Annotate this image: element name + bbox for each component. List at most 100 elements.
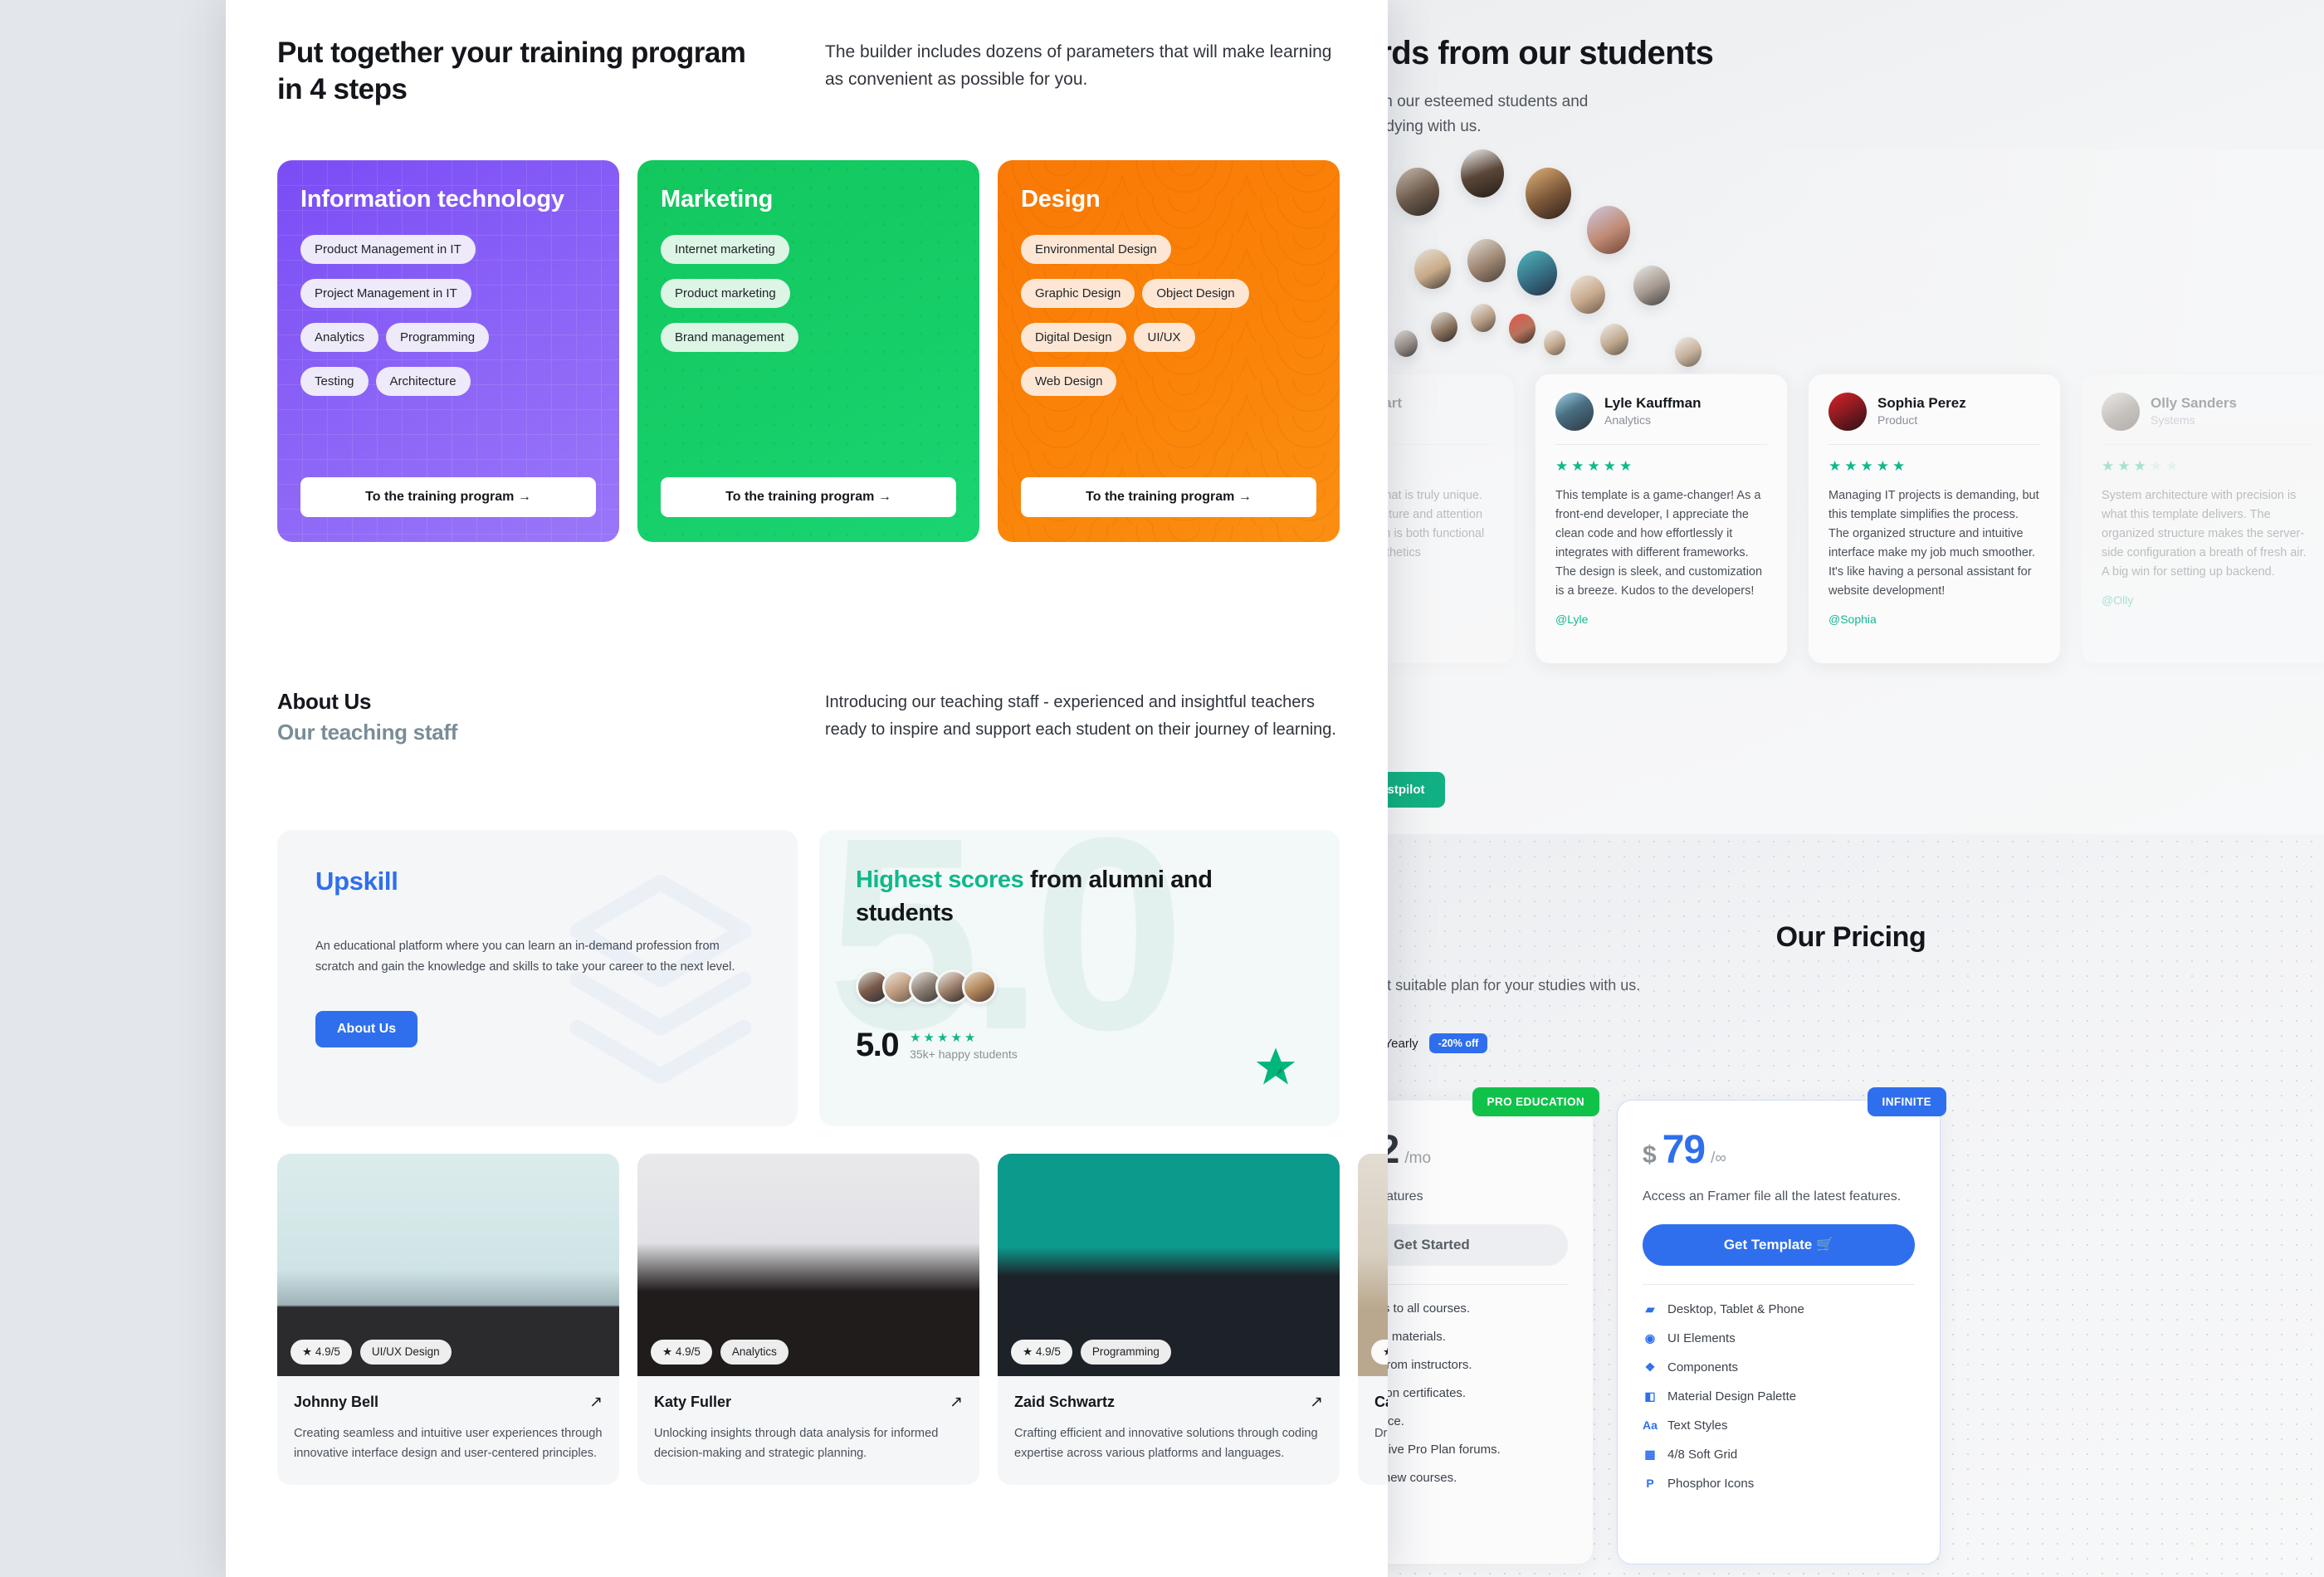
chip[interactable]: Testing <box>300 367 369 397</box>
testimonial-author: Lyle Kauffman <box>1604 395 1702 412</box>
teacher-photo: ★ 4.9/5 UI/UX Design <box>277 1154 619 1376</box>
pricing-card-infinite[interactable]: INFINITE $ 79 /∞ Access an Framer file a… <box>1617 1087 1946 1565</box>
trustpilot-star-icon <box>1256 1047 1296 1085</box>
teacher-card[interactable]: ★ 4.9/5 UI/UX Design Johnny Bell ↗ Creat… <box>277 1154 619 1485</box>
chip[interactable]: Brand management <box>661 323 798 353</box>
testimonial-card[interactable]: Sophia Perez Product ★★★★★ Managing IT p… <box>1808 374 2061 664</box>
arrow-up-right-icon[interactable]: ↗ <box>1310 1393 1323 1412</box>
feature-label: Early access to new courses. <box>1378 1471 1457 1485</box>
billing-period-toggle[interactable]: Monthly Yearly -20% off <box>1378 1033 1488 1053</box>
cloud-avatar <box>1633 266 1670 305</box>
arrow-up-right-icon[interactable]: ↗ <box>950 1393 963 1412</box>
about-us-button[interactable]: About Us <box>315 1011 418 1047</box>
teacher-info: Zaid Schwartz ↗ Crafting efficient and i… <box>998 1376 1340 1485</box>
teacher-card[interactable]: ★ 4.9/5 Programming Zaid Schwartz ↗ Craf… <box>998 1154 1340 1485</box>
arrow-right-icon: → <box>517 490 531 504</box>
chip[interactable]: Project Management in IT <box>300 279 471 309</box>
chip-list: Product Management in IT Project Managem… <box>300 235 596 397</box>
cloud-avatar <box>1675 337 1702 367</box>
arrow-up-right-icon[interactable]: ↗ <box>589 1393 603 1412</box>
chip[interactable]: Object Design <box>1142 279 1249 309</box>
feature-item: Ad-free experience. <box>1378 1414 1568 1428</box>
to-training-program-button[interactable]: To the training program → <box>661 477 956 517</box>
cloud-avatar <box>1570 276 1605 314</box>
testimonial-card[interactable]: Olivia Hart Strategy ★★★★★ A design temp… <box>1378 374 1515 664</box>
rating-badge: ★ 4.9/5 <box>1371 1340 1388 1365</box>
testimonial-body: This template is a game-changer! As a fr… <box>1555 489 1763 598</box>
price-line: $ 40 32 /mo <box>1378 1127 1568 1173</box>
divider <box>1555 444 1767 445</box>
chip[interactable]: Web Design <box>1021 367 1117 397</box>
score-summary: 5.0 ★★★★★ 35k+ happy students <box>856 1027 1303 1063</box>
chip[interactable]: Internet marketing <box>661 235 789 265</box>
testimonial-body: Managing IT projects is demanding, but t… <box>1828 489 2039 598</box>
feature-item: Access to exclusive Pro Plan forums. <box>1378 1443 1568 1457</box>
chip[interactable]: Architecture <box>375 367 471 397</box>
feature-label: Access to exclusive Pro Plan forums. <box>1378 1443 1501 1457</box>
teacher-card[interactable]: ★ 4.9/5 Analytics Katy Fuller ↗ Unlockin… <box>637 1154 979 1485</box>
get-template-button[interactable]: Get Template 🛒 <box>1643 1224 1915 1266</box>
testimonial-head: Olly Sanders Systems <box>2102 393 2313 444</box>
testimonial-card[interactable]: Olly Sanders Systems ★★★★★ System archit… <box>2081 374 2324 664</box>
cloud-avatar <box>1544 330 1565 355</box>
devices-icon: ▰ <box>1645 1301 1655 1316</box>
chip[interactable]: Product marketing <box>661 279 790 309</box>
palette-icon: ◧ <box>1644 1389 1656 1403</box>
upskill-description: An educational platform where you can le… <box>315 940 735 974</box>
chip[interactable]: Product Management in IT <box>300 235 476 265</box>
testimonials-section: Kind words from our students Testimonial… <box>1378 0 2324 834</box>
teacher-photo: ★ 4.9/5 Analytics <box>637 1154 979 1376</box>
teacher-bio: Creating seamless and intuitive user exp… <box>294 1427 603 1460</box>
feature-label: Text Styles <box>1667 1418 1728 1433</box>
teacher-pills: ★ 4.9/5 Marketing <box>1371 1340 1388 1365</box>
read-all-on-trustpilot-button[interactable]: Read all on Trustpilot <box>1378 772 1445 808</box>
star-rating-icon: ★★★★★ <box>1828 458 1909 474</box>
feature-item: Aa Text Styles <box>1643 1418 1915 1433</box>
category-card-marketing[interactable]: Marketing Internet marketing Product mar… <box>637 160 979 542</box>
to-training-program-button[interactable]: To the training program → <box>300 477 596 517</box>
pricing-card-pro[interactable]: PRO EDUCATION $ 40 32 /mo All Available … <box>1378 1087 1599 1565</box>
feature-item: Priority support from instructors. <box>1378 1358 1568 1372</box>
toggle-label-yearly[interactable]: Yearly <box>1384 1037 1418 1051</box>
feature-label: Components <box>1667 1360 1739 1374</box>
category-title: Design <box>1021 186 1101 212</box>
chip[interactable]: Digital Design <box>1021 323 1126 353</box>
teacher-name: Katy Fuller <box>654 1394 732 1410</box>
testimonial-role: Systems <box>2151 413 2195 427</box>
teacher-name: Johnny Bell <box>294 1394 379 1410</box>
chip[interactable]: Analytics <box>300 323 379 353</box>
pricing-title: Our Pricing <box>1775 921 1926 953</box>
teacher-name: Caitlyn Ki <box>1374 1394 1388 1410</box>
get-started-button[interactable]: Get Started <box>1378 1224 1568 1266</box>
divider <box>1378 1284 1568 1285</box>
arrow-right-icon: → <box>877 490 891 504</box>
to-training-program-button[interactable]: To the training program → <box>1021 477 1316 517</box>
teacher-card[interactable]: ★ 4.9/5 Marketing Caitlyn Ki ↗ Driving b… <box>1358 1154 1388 1485</box>
testimonial-role: Analytics <box>1604 413 1652 427</box>
testimonial-handle: @Sophia <box>1828 613 1877 626</box>
testimonial-card[interactable]: Lyle Kauffman Analytics ★★★★★ This templ… <box>1535 374 1788 664</box>
chip[interactable]: Environmental Design <box>1021 235 1171 265</box>
testimonial-head: Sophia Perez Product <box>1828 393 2040 444</box>
divider <box>1643 1284 1915 1285</box>
testimonial-body: System architecture with precision is wh… <box>2102 489 2307 579</box>
category-card-design[interactable]: Design Environmental Design Graphic Desi… <box>998 160 1340 542</box>
category-card-information-technology[interactable]: Information technology Product Managemen… <box>277 160 619 542</box>
chip[interactable]: Graphic Design <box>1021 279 1135 309</box>
feature-item: P Phosphor Icons <box>1643 1476 1915 1491</box>
teacher-pills: ★ 4.9/5 Programming <box>1011 1340 1171 1365</box>
button-label: To the training program <box>725 490 875 504</box>
feature-item: Early access to new courses. <box>1378 1471 1568 1485</box>
cart-icon: 🛒 <box>1816 1237 1834 1252</box>
chip[interactable]: Programming <box>386 323 490 353</box>
feature-item: Unlimited access to all courses. <box>1378 1301 1568 1316</box>
testimonial-role: Product <box>1877 413 1918 427</box>
testimonial-handle: @Lyle <box>1555 613 1589 626</box>
rating-badge: ★ 4.9/5 <box>290 1340 352 1365</box>
rating-badge: ★ 4.9/5 <box>651 1340 712 1365</box>
score-value: 5.0 <box>856 1027 900 1063</box>
feature-item: Course completion certificates. <box>1378 1386 1568 1400</box>
section-header: Put together your training program in 4 … <box>277 35 1340 108</box>
cloud-avatar <box>1509 314 1536 344</box>
chip[interactable]: UI/UX <box>1133 323 1195 353</box>
